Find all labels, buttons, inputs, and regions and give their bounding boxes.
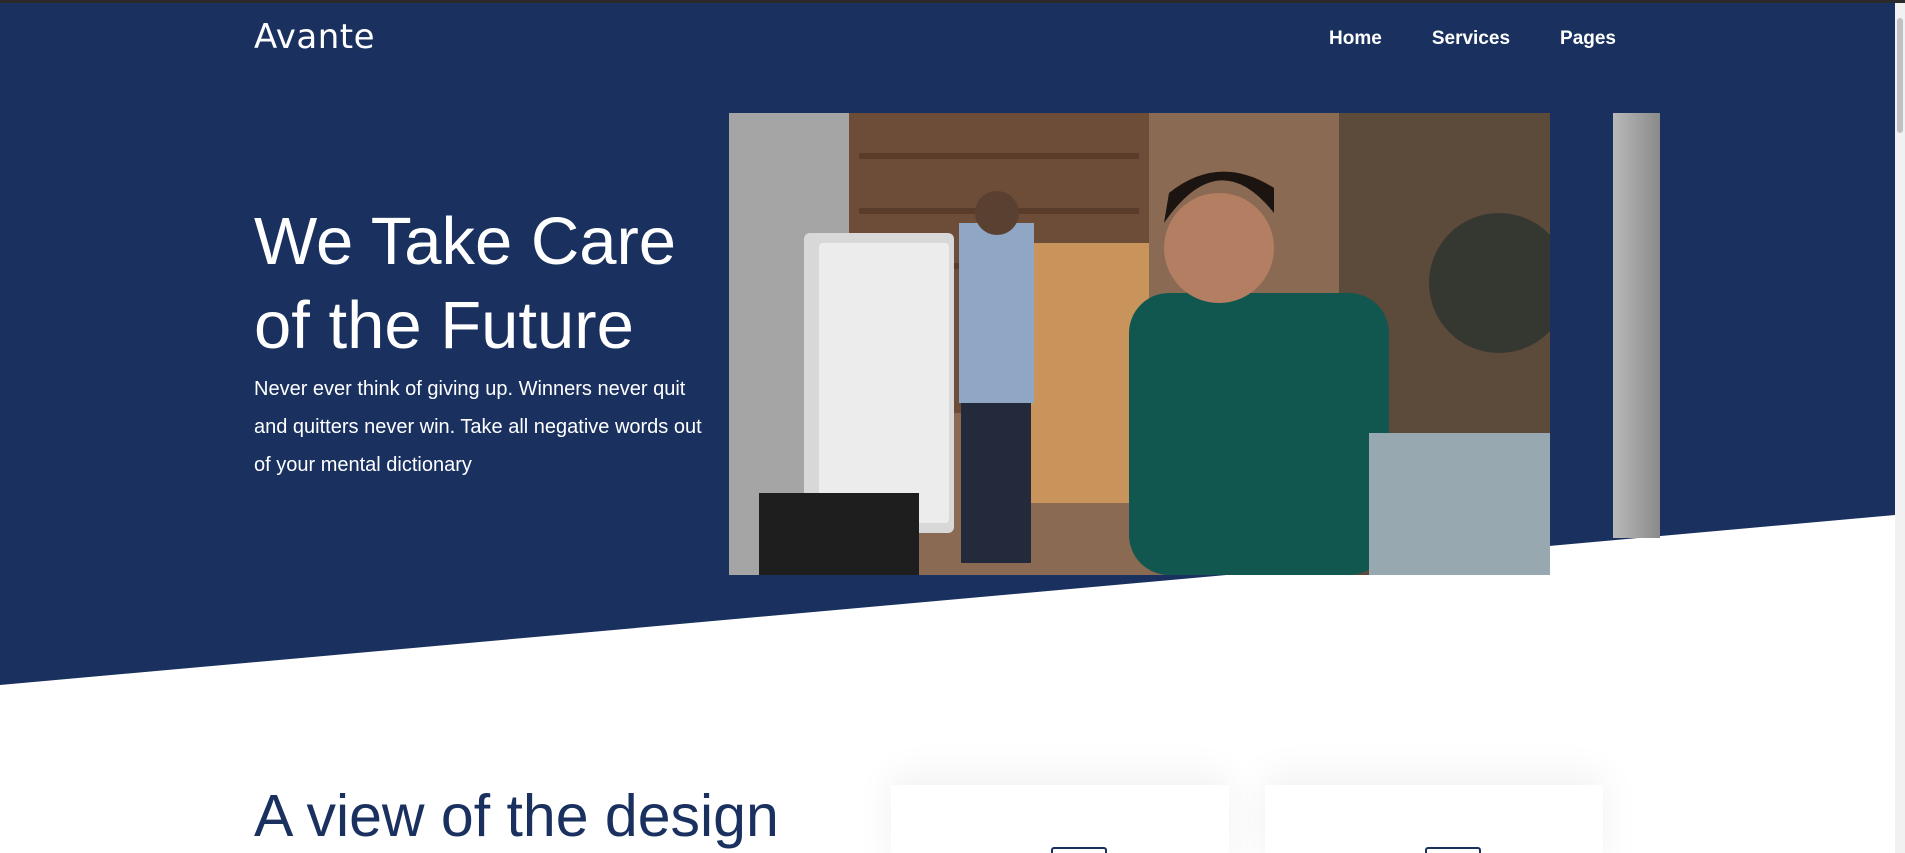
scrollbar-thumb[interactable] — [1897, 18, 1903, 133]
hero-title: We Take Care of the Future — [254, 204, 677, 363]
hero-slide-image[interactable] — [729, 113, 1550, 575]
nav-item-home[interactable]: Home — [1329, 28, 1382, 50]
office-photo-illustration — [729, 113, 1550, 575]
monitor-icon — [1425, 847, 1481, 853]
feature-card[interactable] — [1265, 785, 1603, 853]
monitor-icon — [1051, 847, 1107, 853]
main-nav: Home Services Pages — [1329, 28, 1616, 50]
site-logo[interactable]: Avante — [254, 17, 375, 57]
nav-item-pages[interactable]: Pages — [1560, 28, 1616, 50]
page-scrollbar[interactable] — [1895, 0, 1905, 853]
section-title: A view of the design — [254, 783, 779, 849]
hero-description: Never ever think of giving up. Winners n… — [254, 378, 702, 476]
browser-top-border — [0, 0, 1905, 3]
feature-card[interactable] — [891, 785, 1229, 853]
next-slide-preview[interactable] — [1613, 113, 1660, 538]
nav-item-services[interactable]: Services — [1432, 28, 1510, 50]
